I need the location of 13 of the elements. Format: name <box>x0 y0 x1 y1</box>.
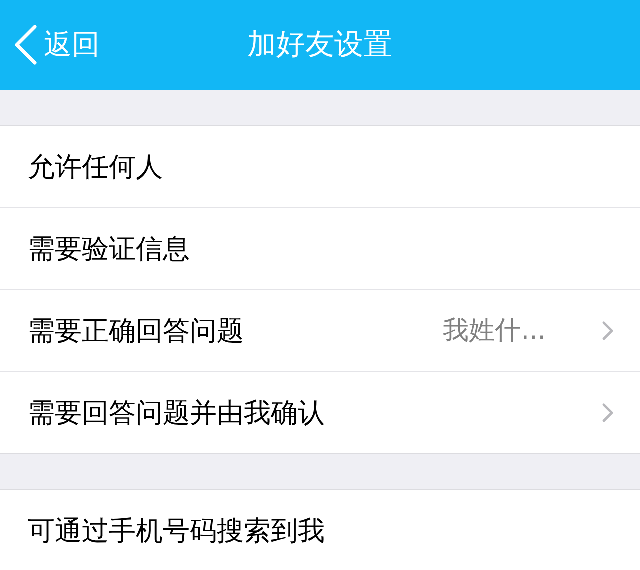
row-label: 允许任何人 <box>28 150 164 184</box>
settings-row[interactable]: 需要回答问题并由我确认 <box>0 371 640 453</box>
back-icon <box>14 25 38 65</box>
settings-row[interactable]: 可通过手机号码搜索到我 <box>0 490 640 570</box>
settings-row[interactable]: 允许任何人 <box>0 126 640 207</box>
settings-row[interactable]: 需要正确回答问题 我姓什... <box>0 289 640 371</box>
row-label: 可通过手机号码搜索到我 <box>28 514 326 548</box>
row-label: 需要正确回答问题 <box>28 314 245 348</box>
row-label: 需要验证信息 <box>28 232 191 266</box>
row-value: 我姓什... <box>443 315 546 348</box>
settings-row[interactable]: 需要验证信息 <box>0 207 640 289</box>
page-title: 加好友设置 <box>248 26 392 63</box>
row-label: 需要回答问题并由我确认 <box>28 396 326 430</box>
